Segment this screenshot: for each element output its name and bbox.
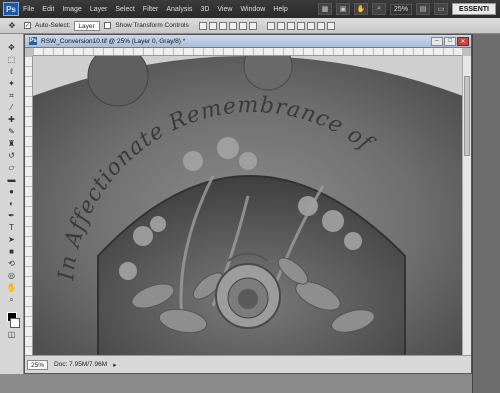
distribute-buttons — [266, 21, 335, 30]
zoom-tool-icon[interactable]: ⌕ — [372, 3, 387, 15]
tools-panel: ✥ ⬚ ℓ ✦ ⌗ ⁄ ✚ ✎ ♜ ↺ ▱ ▬ ● ◐ ✒ T ➤ ■ ⟲ ◎ … — [0, 34, 24, 374]
history-brush-icon[interactable]: ↺ — [4, 150, 20, 161]
clone-stamp-icon[interactable]: ♜ — [4, 138, 20, 149]
eraser-icon[interactable]: ▱ — [4, 162, 20, 173]
magic-wand-icon[interactable]: ✦ — [4, 78, 20, 89]
background-color-swatch[interactable] — [9, 318, 20, 328]
menu-window[interactable]: Window — [236, 6, 269, 13]
auto-align-icon[interactable] — [326, 21, 335, 30]
hand-icon[interactable]: ✋ — [4, 282, 20, 293]
vertical-ruler[interactable] — [25, 56, 33, 355]
document-title: RSW_Conversion10.tif @ 25% (Layer 0, Gra… — [41, 37, 186, 45]
document-status-bar: 25% Doc: 7.95M/7.96M ▸ — [25, 355, 471, 373]
distribute-bottom-icon[interactable] — [286, 21, 295, 30]
scrollbar-thumb[interactable] — [464, 76, 470, 156]
arrange-documents-icon[interactable]: ▤ — [416, 3, 431, 15]
crop-icon[interactable]: ⌗ — [4, 90, 20, 101]
3d-rotate-icon[interactable]: ⟲ — [4, 258, 20, 269]
align-bottom-icon[interactable] — [218, 21, 227, 30]
horizontal-ruler[interactable] — [33, 48, 462, 56]
photoshop-logo: Ps — [3, 2, 19, 16]
pen-icon[interactable]: ✒ — [4, 210, 20, 221]
menu-layer[interactable]: Layer — [86, 6, 112, 13]
3d-orbit-icon[interactable]: ◎ — [4, 270, 20, 281]
mini-bridge-icon[interactable]: ▣ — [336, 3, 351, 15]
distribute-top-icon[interactable] — [266, 21, 275, 30]
align-left-icon[interactable] — [228, 21, 237, 30]
menu-help[interactable]: Help — [269, 6, 291, 13]
screen-mode-icon[interactable]: ▭ — [434, 3, 449, 15]
bridge-icon[interactable]: ▦ — [318, 3, 333, 15]
menu-bar: Ps File Edit Image Layer Select Filter A… — [0, 0, 500, 18]
align-buttons — [198, 21, 257, 30]
align-vcenter-icon[interactable] — [208, 21, 217, 30]
menu-edit[interactable]: Edit — [38, 6, 58, 13]
show-transform-label: Show Transform Controls — [115, 22, 189, 29]
hand-tool-icon[interactable]: ✋ — [354, 3, 369, 15]
distribute-vcenter-icon[interactable] — [276, 21, 285, 30]
menu-analysis[interactable]: Analysis — [162, 6, 196, 13]
menu-3d[interactable]: 3D — [196, 6, 213, 13]
distribute-right-icon[interactable] — [316, 21, 325, 30]
options-bar: ✥ ✓ Auto-Select: Layer Show Transform Co… — [0, 18, 500, 34]
document-size-info: Doc: 7.95M/7.96M — [54, 361, 108, 368]
align-right-icon[interactable] — [248, 21, 257, 30]
move-tool-preset-icon[interactable]: ✥ — [4, 20, 20, 31]
align-top-icon[interactable] — [198, 21, 207, 30]
shape-icon[interactable]: ■ — [4, 246, 20, 257]
gravestone-image: In Affectionate Remembrance of — [33, 56, 462, 355]
status-menu-arrow-icon[interactable]: ▸ — [113, 361, 117, 369]
menu-right-controls: ▦ ▣ ✋ ⌕ 25% ▤ ▭ ESSENTI — [318, 3, 496, 15]
gradient-icon[interactable]: ▬ — [4, 174, 20, 185]
minimize-button[interactable]: – — [431, 36, 443, 46]
zoom-icon[interactable]: ⌕ — [4, 294, 20, 305]
move-icon[interactable]: ✥ — [4, 42, 20, 53]
quick-mask-icon[interactable]: ◫ — [4, 329, 20, 340]
menu-file[interactable]: File — [19, 6, 38, 13]
align-hcenter-icon[interactable] — [238, 21, 247, 30]
menu-image[interactable]: Image — [58, 6, 85, 13]
document-ps-icon: Ps — [29, 37, 37, 45]
workspace-background — [0, 374, 472, 393]
menu-select[interactable]: Select — [111, 6, 138, 13]
document-window: Ps RSW_Conversion10.tif @ 25% (Layer 0, … — [24, 34, 472, 374]
maximize-button[interactable]: □ — [444, 36, 456, 46]
image-canvas[interactable]: In Affectionate Remembrance of — [33, 56, 462, 355]
auto-select-dropdown[interactable]: Layer — [74, 20, 101, 31]
menu-filter[interactable]: Filter — [139, 6, 163, 13]
distribute-hcenter-icon[interactable] — [306, 21, 315, 30]
auto-select-checkbox[interactable]: ✓ — [24, 22, 31, 29]
zoom-level-select[interactable]: 25% — [390, 3, 413, 15]
panel-dock — [472, 34, 500, 393]
type-icon[interactable]: T — [4, 222, 20, 233]
vertical-scrollbar[interactable] — [462, 56, 471, 355]
healing-brush-icon[interactable]: ✚ — [4, 114, 20, 125]
document-window-controls: – □ ✕ — [431, 36, 469, 46]
document-titlebar[interactable]: Ps RSW_Conversion10.tif @ 25% (Layer 0, … — [25, 35, 471, 48]
status-zoom-field[interactable]: 25% — [27, 359, 49, 370]
lasso-icon[interactable]: ℓ — [4, 66, 20, 77]
close-button[interactable]: ✕ — [457, 36, 469, 46]
marquee-icon[interactable]: ⬚ — [4, 54, 20, 65]
blur-icon[interactable]: ● — [4, 186, 20, 197]
workspace-switcher[interactable]: ESSENTI — [452, 3, 496, 15]
path-selection-icon[interactable]: ➤ — [4, 234, 20, 245]
eyedropper-icon[interactable]: ⁄ — [4, 102, 20, 113]
brush-icon[interactable]: ✎ — [4, 126, 20, 137]
distribute-left-icon[interactable] — [296, 21, 305, 30]
auto-select-label: Auto-Select: — [35, 22, 71, 29]
menu-view[interactable]: View — [213, 6, 236, 13]
show-transform-checkbox[interactable] — [104, 22, 112, 29]
dodge-icon[interactable]: ◐ — [4, 198, 20, 209]
